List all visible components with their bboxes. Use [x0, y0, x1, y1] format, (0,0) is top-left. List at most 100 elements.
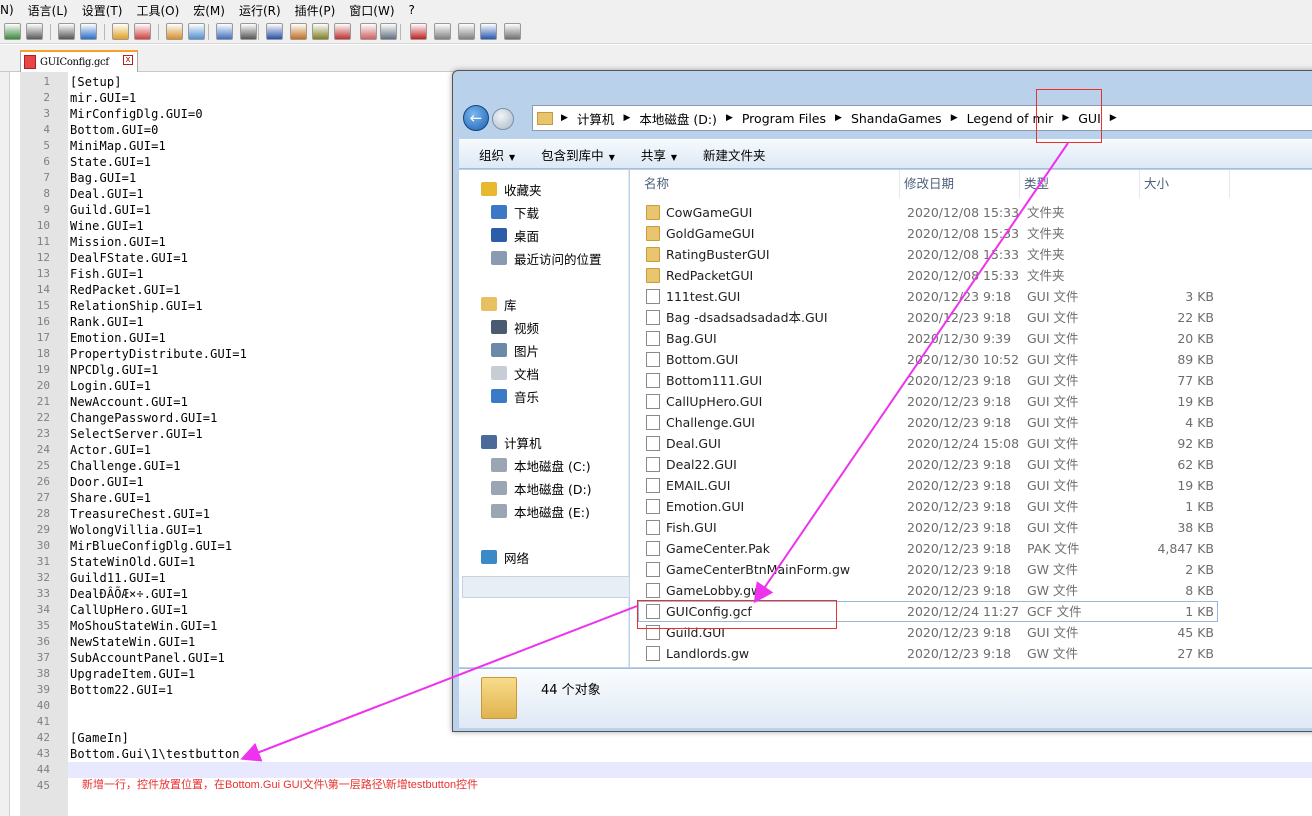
file-row[interactable]: 111test.GUI 2020/12/23 9:18 GUI 文件 3 KB: [630, 286, 1312, 307]
menu-item[interactable]: 工具(O): [136, 2, 179, 19]
chevron-right-icon[interactable]: ▶: [1110, 113, 1117, 123]
column-header[interactable]: 名称: [640, 170, 900, 198]
command-button[interactable]: 包含到库中 ▼: [541, 145, 615, 164]
breadcrumb-item[interactable]: ShandaGames ▶: [851, 109, 967, 128]
toolbar-button[interactable]: [266, 23, 283, 40]
line-text[interactable]: SelectServer.GUI=1: [70, 426, 203, 442]
line-text[interactable]: StateWinOld.GUI=1: [70, 554, 195, 570]
line-text[interactable]: CallUpHero.GUI=1: [70, 602, 188, 618]
line-text[interactable]: Door.GUI=1: [70, 474, 144, 490]
line-text[interactable]: UpgradeItem.GUI=1: [70, 666, 195, 682]
nav-item[interactable]: 音乐: [491, 386, 539, 406]
line-text[interactable]: TreasureChest.GUI=1: [70, 506, 210, 522]
toolbar-button[interactable]: [166, 23, 183, 40]
toolbar-button[interactable]: [458, 23, 475, 40]
menu-item[interactable]: ?: [409, 3, 415, 17]
line-text[interactable]: [GameIn]: [70, 730, 129, 746]
line-text[interactable]: MoShouStateWin.GUI=1: [70, 618, 218, 634]
breadcrumb-item[interactable]: 计算机 ▶: [577, 109, 639, 128]
file-row[interactable]: GameLobby.gw 2020/12/23 9:18 GW 文件 8 KB: [630, 580, 1312, 601]
menu-item[interactable]: 设置(T): [82, 2, 123, 19]
toolbar-button[interactable]: [380, 23, 397, 40]
toolbar-button[interactable]: [112, 23, 129, 40]
toolbar-button[interactable]: [290, 23, 307, 40]
nav-item[interactable]: 收藏夹: [481, 179, 542, 199]
line-text[interactable]: PropertyDistribute.GUI=1: [70, 346, 247, 362]
nav-item[interactable]: 计算机: [481, 432, 542, 452]
forward-button[interactable]: [492, 108, 514, 130]
line-text[interactable]: Bottom.GUI=0: [70, 122, 159, 138]
toolbar-button[interactable]: [360, 23, 377, 40]
toolbar-button[interactable]: [134, 23, 151, 40]
line-text[interactable]: State.GUI=1: [70, 154, 151, 170]
line-text[interactable]: Deal.GUI=1: [70, 186, 144, 202]
toolbar-button[interactable]: [504, 23, 521, 40]
line-text[interactable]: Bag.GUI=1: [70, 170, 136, 186]
line-text[interactable]: DealFState.GUI=1: [70, 250, 188, 266]
line-text[interactable]: MirConfigDlg.GUI=0: [70, 106, 203, 122]
nav-item[interactable]: 视频: [491, 317, 539, 337]
nav-item[interactable]: 文档: [491, 363, 539, 383]
line-text[interactable]: RelationShip.GUI=1: [70, 298, 203, 314]
file-row[interactable]: Bag -dsadsadsadad本.GUI 2020/12/23 9:18 GUI…: [630, 307, 1312, 328]
toolbar-button[interactable]: [434, 23, 451, 40]
line-text[interactable]: RedPacket.GUI=1: [70, 282, 181, 298]
line-text[interactable]: WolongVillia.GUI=1: [70, 522, 203, 538]
file-row[interactable]: Bag.GUI 2020/12/30 9:39 GUI 文件 20 KB: [630, 328, 1312, 349]
toolbar-button[interactable]: [4, 23, 21, 40]
nav-item[interactable]: 图片: [491, 340, 539, 360]
chevron-right-icon[interactable]: ▶: [623, 113, 630, 123]
nav-item[interactable]: 桌面: [491, 225, 539, 245]
nav-item[interactable]: 本地磁盘 (E:): [491, 501, 590, 521]
line-text[interactable]: NPCDlg.GUI=1: [70, 362, 159, 378]
line-text[interactable]: mir.GUI=1: [70, 90, 136, 106]
menu-item[interactable]: 插件(P): [295, 2, 336, 19]
toolbar-button[interactable]: [216, 23, 233, 40]
file-row[interactable]: GameCenter.Pak 2020/12/23 9:18 PAK 文件 4,847…: [630, 538, 1312, 559]
nav-item[interactable]: 本地磁盘 (D:): [491, 478, 592, 498]
chevron-right-icon[interactable]: ▶: [951, 113, 958, 123]
column-header[interactable]: 修改日期: [900, 170, 1020, 198]
nav-item[interactable]: 下载: [491, 202, 539, 222]
file-row[interactable]: CowGameGUI 2020/12/08 15:33 文件夹: [630, 202, 1312, 223]
line-text[interactable]: Emotion.GUI=1: [70, 330, 166, 346]
chevron-right-icon[interactable]: ▶: [835, 113, 842, 123]
file-row[interactable]: Emotion.GUI 2020/12/23 9:18 GUI 文件 1 KB: [630, 496, 1312, 517]
tab-file-guiconfig[interactable]: GUIConfig.gcf x: [20, 50, 138, 72]
line-text[interactable]: [Setup]: [70, 74, 122, 90]
line-text[interactable]: NewStateWin.GUI=1: [70, 634, 195, 650]
file-row[interactable]: GameCenterBtnMainForm.gw 2020/12/23 9:18 G…: [630, 559, 1312, 580]
nav-item[interactable]: 库: [481, 294, 517, 314]
menu-item[interactable]: 运行(R): [239, 2, 281, 19]
command-button[interactable]: 组织 ▼: [479, 145, 515, 164]
toolbar-button[interactable]: [240, 23, 257, 40]
nav-item[interactable]: 本地磁盘 (C:): [491, 455, 591, 475]
menu-item[interactable]: N): [0, 3, 14, 17]
toolbar-button[interactable]: [188, 23, 205, 40]
menu-item[interactable]: 宏(M): [193, 2, 225, 19]
line-text[interactable]: Wine.GUI=1: [70, 218, 144, 234]
nav-item[interactable]: 网络: [481, 547, 529, 567]
file-row[interactable]: CallUpHero.GUI 2020/12/23 9:18 GUI 文件 19 KB: [630, 391, 1312, 412]
line-text[interactable]: NewAccount.GUI=1: [70, 394, 188, 410]
file-row[interactable]: EMAIL.GUI 2020/12/23 9:18 GUI 文件 19 KB: [630, 475, 1312, 496]
toolbar-button[interactable]: [58, 23, 75, 40]
toolbar-button[interactable]: [480, 23, 497, 40]
breadcrumb-item[interactable]: Program Files ▶: [742, 109, 851, 128]
line-text[interactable]: Fish.GUI=1: [70, 266, 144, 282]
address-box[interactable]: ▶ 计算机 ▶ 本地磁盘 (D:) ▶ Program Files ▶ ShandaGame…: [532, 105, 1312, 131]
file-row[interactable]: RedPacketGUI 2020/12/08 15:33 文件夹: [630, 265, 1312, 286]
file-row[interactable]: Landlords.gw 2020/12/23 9:18 GW 文件 27 KB: [630, 643, 1312, 664]
line-text[interactable]: MiniMap.GUI=1: [70, 138, 166, 154]
file-row[interactable]: Bottom.GUI 2020/12/30 10:52 GUI 文件 89 KB: [630, 349, 1312, 370]
line-text[interactable]: Bottom22.GUI=1: [70, 682, 173, 698]
line-text[interactable]: SubAccountPanel.GUI=1: [70, 650, 225, 666]
file-row[interactable]: Challenge.GUI 2020/12/23 9:18 GUI 文件 4 KB: [630, 412, 1312, 433]
close-icon[interactable]: x: [123, 55, 133, 65]
line-text[interactable]: Mission.GUI=1: [70, 234, 166, 250]
file-row[interactable]: RatingBusterGUI 2020/12/08 15:33 文件夹: [630, 244, 1312, 265]
file-row[interactable]: Fish.GUI 2020/12/23 9:18 GUI 文件 38 KB: [630, 517, 1312, 538]
column-header[interactable]: 大小: [1140, 170, 1230, 198]
file-row[interactable]: Bottom111.GUI 2020/12/23 9:18 GUI 文件 77 KB: [630, 370, 1312, 391]
back-button[interactable]: ←: [463, 105, 489, 131]
